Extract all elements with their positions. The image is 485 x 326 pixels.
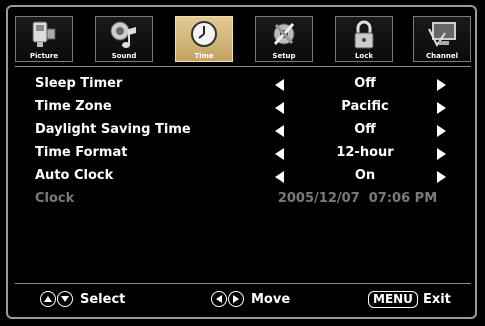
setting-row-daylight-saving[interactable]: Daylight Saving Time Off (35, 119, 460, 142)
sound-icon (96, 19, 152, 51)
clock-value: 2005/12/07 07:06 PM (277, 191, 438, 206)
setting-value: 12-hour (336, 145, 394, 160)
tab-channel[interactable]: Channel (413, 16, 471, 62)
setup-icon (256, 19, 312, 51)
tab-label: Channel (426, 52, 458, 60)
tab-picture[interactable]: Picture (15, 16, 73, 62)
channel-icon (414, 19, 470, 51)
select-label: Select (80, 291, 126, 307)
footer-help-bar: Select Move MENU Exit (15, 285, 471, 313)
down-button-icon (57, 291, 73, 307)
tab-label: Setup (272, 52, 296, 60)
setting-value: On (354, 168, 376, 183)
tab-label: Picture (29, 52, 59, 60)
arrow-left-icon[interactable] (275, 148, 284, 160)
setting-label: Daylight Saving Time (35, 122, 191, 137)
up-button-icon (40, 291, 56, 307)
move-hint: Move (211, 291, 290, 307)
setting-row-time-zone[interactable]: Time Zone Pacific (35, 96, 460, 119)
setting-row-sleep-timer[interactable]: Sleep Timer Off (35, 73, 460, 96)
arrow-left-icon[interactable] (275, 125, 284, 137)
lock-icon (336, 19, 392, 51)
setting-row-auto-clock[interactable]: Auto Clock On (35, 165, 460, 188)
setting-value: Pacific (341, 99, 389, 114)
arrow-right-icon[interactable] (437, 148, 446, 160)
picture-icon (16, 19, 72, 51)
setting-value: Off (354, 122, 376, 137)
select-hint: Select (40, 291, 125, 307)
header-divider (15, 66, 471, 67)
tab-setup[interactable]: Setup (255, 16, 313, 62)
tab-time[interactable]: Time (175, 16, 233, 62)
setting-label: Time Zone (35, 99, 112, 114)
exit-hint: MENU Exit (368, 291, 451, 308)
setting-label: Clock (35, 191, 75, 206)
arrow-right-icon[interactable] (437, 171, 446, 183)
tab-label: Time (194, 52, 214, 60)
arrow-right-icon[interactable] (437, 102, 446, 114)
setting-label: Sleep Timer (35, 76, 123, 91)
arrow-right-icon[interactable] (437, 79, 446, 91)
arrow-left-icon[interactable] (275, 102, 284, 114)
arrow-left-icon[interactable] (275, 79, 284, 91)
tab-lock[interactable]: Lock (335, 16, 393, 62)
setting-row-clock: Clock 2005/12/07 07:06 PM (35, 188, 460, 211)
setting-label: Time Format (35, 145, 128, 160)
arrow-right-icon[interactable] (437, 125, 446, 137)
move-label: Move (251, 291, 291, 307)
footer-divider (15, 283, 471, 284)
clock-icon (176, 19, 232, 51)
left-button-icon (211, 291, 227, 307)
time-settings-list: Sleep Timer Off Time Zone Pacific Daylig… (35, 73, 460, 211)
exit-label: Exit (422, 292, 451, 307)
setting-value: Off (354, 76, 376, 91)
setting-label: Auto Clock (35, 168, 114, 183)
tab-sound[interactable]: Sound (95, 16, 153, 62)
setting-row-time-format[interactable]: Time Format 12-hour (35, 142, 460, 165)
tab-label: Lock (354, 52, 374, 60)
menu-key-icon: MENU (368, 291, 418, 308)
arrow-left-icon[interactable] (275, 171, 284, 183)
tab-label: Sound (111, 52, 137, 60)
menu-tabs: Picture Sound Time Setup Lock Channel (15, 16, 471, 64)
right-button-icon (228, 291, 244, 307)
